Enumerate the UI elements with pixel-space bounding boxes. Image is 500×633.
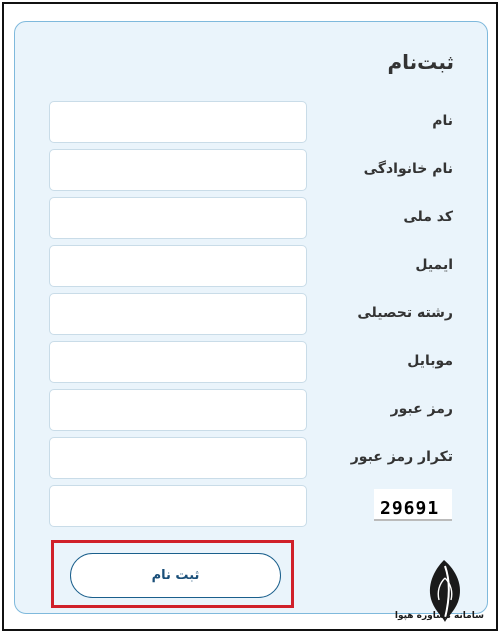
field-of-study-input[interactable]: [49, 293, 307, 335]
repeat-password-label: تکرار رمز عبور: [350, 449, 453, 465]
last-name-label: نام خانوادگی: [363, 161, 453, 177]
mobile-label: موبایل: [407, 353, 453, 369]
form-title: ثبت‌نام: [387, 50, 454, 74]
mobile-input[interactable]: [49, 341, 307, 383]
email-label: ایمیل: [415, 257, 453, 273]
field-of-study-label: رشته تحصیلی: [357, 305, 453, 321]
submit-button[interactable]: ثبت نام: [70, 553, 281, 598]
first-name-label: نام: [432, 113, 453, 129]
captcha-image: 29691: [374, 489, 452, 521]
last-name-input[interactable]: [49, 149, 307, 191]
national-code-label: کد ملی: [403, 209, 453, 225]
national-code-input[interactable]: [49, 197, 307, 239]
watermark-text: سامانه مشاوره هپوا: [394, 611, 484, 621]
email-input[interactable]: [49, 245, 307, 287]
first-name-input[interactable]: [49, 101, 307, 143]
password-label: رمز عبور: [390, 401, 453, 417]
captcha-input[interactable]: [49, 485, 307, 527]
password-input[interactable]: [49, 389, 307, 431]
repeat-password-input[interactable]: [49, 437, 307, 479]
